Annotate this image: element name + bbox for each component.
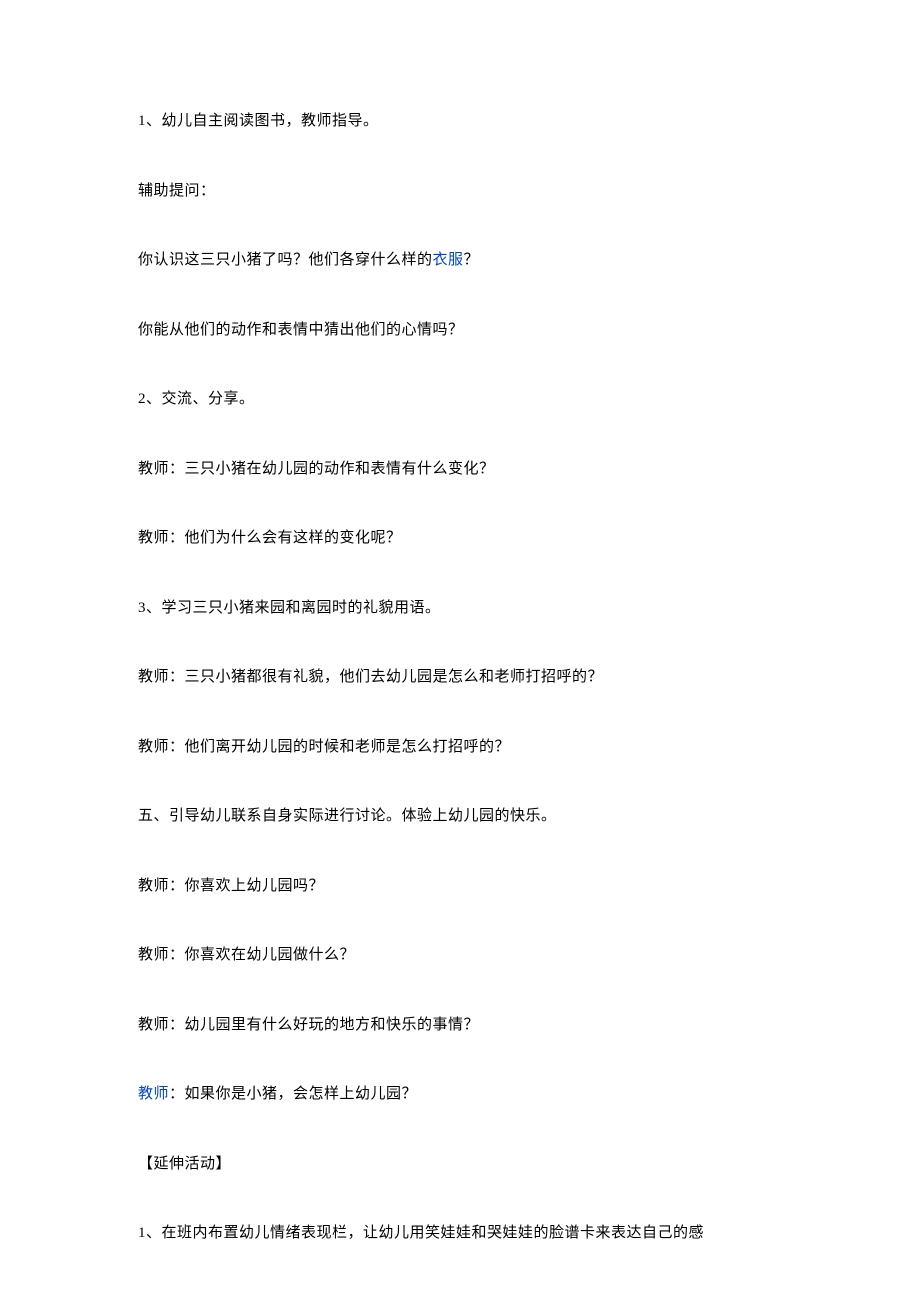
paragraph-9: 教师：三只小猪都很有礼貌，他们去幼儿园是怎么和老师打招呼的？ bbox=[138, 666, 782, 689]
paragraph-10: 教师：他们离开幼儿园的时候和老师是怎么打招呼的？ bbox=[138, 736, 782, 759]
paragraph-4: 你能从他们的动作和表情中猜出他们的心情吗？ bbox=[138, 319, 782, 342]
paragraph-3: 你认识这三只小猪了吗？他们各穿什么样的衣服？ bbox=[138, 249, 782, 272]
paragraph-14: 教师：幼儿园里有什么好玩的地方和快乐的事情？ bbox=[138, 1014, 782, 1037]
paragraph-17: 1、在班内布置幼儿情绪表现栏，让幼儿用笑娃娃和哭娃娃的脸谱卡来表达自己的感 bbox=[138, 1222, 782, 1245]
paragraph-1: 1、幼儿自主阅读图书，教师指导。 bbox=[138, 110, 782, 133]
clothes-link[interactable]: 衣服 bbox=[433, 252, 464, 268]
paragraph-15-suffix: ：如果你是小猪，会怎样上幼儿园？ bbox=[169, 1086, 417, 1102]
paragraph-7: 教师：他们为什么会有这样的变化呢？ bbox=[138, 527, 782, 550]
paragraph-11: 五、引导幼儿联系自身实际进行讨论。体验上幼儿园的快乐。 bbox=[138, 805, 782, 828]
paragraph-8: 3、学习三只小猪来园和离园时的礼貌用语。 bbox=[138, 597, 782, 620]
paragraph-15: 教师：如果你是小猪，会怎样上幼儿园？ bbox=[138, 1083, 782, 1106]
paragraph-5: 2、交流、分享。 bbox=[138, 388, 782, 411]
teacher-link[interactable]: 教师 bbox=[138, 1086, 169, 1102]
paragraph-12: 教师：你喜欢上幼儿园吗？ bbox=[138, 875, 782, 898]
paragraph-6: 教师：三只小猪在幼儿园的动作和表情有什么变化？ bbox=[138, 458, 782, 481]
paragraph-16: 【延伸活动】 bbox=[138, 1153, 782, 1176]
paragraph-13: 教师：你喜欢在幼儿园做什么？ bbox=[138, 944, 782, 967]
paragraph-3-suffix: ？ bbox=[464, 252, 480, 268]
paragraph-2: 辅助提问： bbox=[138, 180, 782, 203]
paragraph-3-prefix: 你认识这三只小猪了吗？他们各穿什么样的 bbox=[138, 252, 433, 268]
